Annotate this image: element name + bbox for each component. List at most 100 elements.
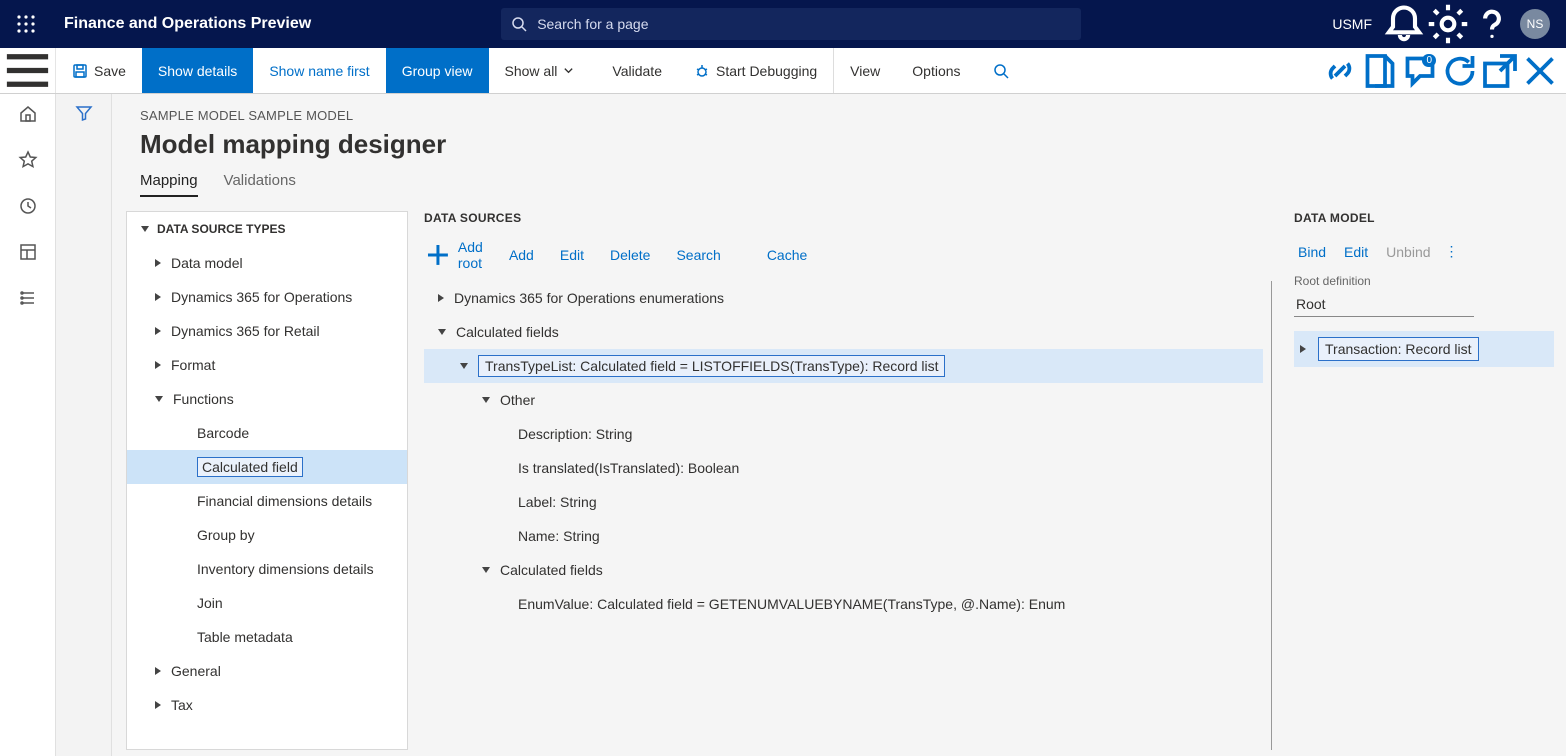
delete-button[interactable]: Delete — [604, 247, 650, 263]
search-input[interactable]: Search for a page — [501, 8, 1081, 40]
type-format[interactable]: Format — [127, 348, 407, 382]
src-calc-fields[interactable]: Calculated fields — [424, 315, 1263, 349]
src-calc-fields2[interactable]: Calculated fields — [424, 553, 1263, 587]
type-join[interactable]: Join — [127, 586, 407, 620]
type-label: Dynamics 365 for Retail — [171, 323, 320, 339]
type-label: Format — [171, 357, 215, 373]
app-launcher-icon[interactable] — [0, 15, 52, 33]
group-view-button[interactable]: Group view — [386, 48, 489, 93]
company-code[interactable]: USMF — [1322, 16, 1382, 32]
bell-icon[interactable] — [1382, 0, 1426, 48]
popout-icon[interactable] — [1480, 48, 1520, 94]
src-transtype[interactable]: TransTypeList: Calculated field = LISTOF… — [424, 349, 1263, 383]
src-label: Other — [500, 392, 535, 408]
home-icon[interactable] — [18, 104, 38, 124]
search-label: Search — [676, 247, 720, 263]
type-data-model[interactable]: Data model — [127, 246, 407, 280]
workspace-icon[interactable] — [18, 242, 38, 262]
refresh-icon[interactable] — [1440, 48, 1480, 94]
star-icon[interactable] — [18, 150, 38, 170]
src-is-translated[interactable]: Is translated(IsTranslated): Boolean — [424, 451, 1263, 485]
help-icon[interactable] — [1470, 0, 1514, 48]
action-bar: Save Show details Show name first Group … — [0, 48, 1566, 94]
search-icon — [993, 63, 1009, 79]
add-root-label: Add root — [458, 239, 483, 271]
recent-icon[interactable] — [18, 196, 38, 216]
model-edit-button[interactable]: Edit — [1340, 244, 1368, 260]
src-label: Name: String — [518, 528, 600, 544]
root-definition-label: Root definition — [1294, 274, 1554, 288]
save-button[interactable]: Save — [56, 48, 142, 93]
type-group-by[interactable]: Group by — [127, 518, 407, 552]
data-source-types-header[interactable]: DATA SOURCE TYPES — [127, 212, 407, 246]
link-icon[interactable] — [1320, 48, 1360, 94]
type-inventory-dimensions[interactable]: Inventory dimensions details — [127, 552, 407, 586]
messages-icon[interactable]: 0 — [1400, 48, 1440, 94]
type-general[interactable]: General — [127, 654, 407, 688]
type-label: Table metadata — [197, 629, 293, 645]
cache-label: Cache — [767, 247, 807, 263]
src-enum[interactable]: Dynamics 365 for Operations enumerations — [424, 281, 1263, 315]
topbar-right: USMF NS — [1322, 0, 1566, 48]
view-label: View — [850, 63, 880, 79]
funnel-icon[interactable] — [75, 104, 93, 122]
find-button[interactable] — [977, 48, 1031, 93]
delete-label: Delete — [610, 247, 650, 263]
modules-icon[interactable] — [18, 288, 38, 308]
type-financial-dimensions[interactable]: Financial dimensions details — [127, 484, 407, 518]
gear-icon[interactable] — [1426, 0, 1470, 48]
validate-button[interactable]: Validate — [596, 48, 678, 93]
type-label: Data model — [171, 255, 243, 271]
edit-button[interactable]: Edit — [554, 247, 584, 263]
type-functions[interactable]: Functions — [127, 382, 407, 416]
edit-label: Edit — [560, 247, 584, 263]
start-debugging-button[interactable]: Start Debugging — [678, 48, 833, 93]
src-name-field[interactable]: Name: String — [424, 519, 1263, 553]
data-sources-actions: Add root Add Edit Delete Search Cache — [424, 235, 1272, 281]
view-button[interactable]: View — [833, 48, 896, 93]
type-table-metadata[interactable]: Table metadata — [127, 620, 407, 654]
nav-rail — [0, 94, 56, 756]
data-model-actions: Bind Edit Unbind ⋮ — [1294, 243, 1554, 260]
tab-validations[interactable]: Validations — [224, 172, 296, 197]
model-tree-row[interactable]: Transaction: Record list — [1294, 331, 1554, 367]
data-sources-panel: DATA SOURCES Add root Add Edit Delete Se… — [408, 211, 1284, 750]
src-enumvalue[interactable]: EnumValue: Calculated field = GETENUMVAL… — [424, 587, 1263, 621]
model-more-button[interactable]: ⋮ — [1445, 243, 1460, 260]
show-all-button[interactable]: Show all — [489, 48, 597, 93]
src-label: Calculated fields — [500, 562, 603, 578]
cache-button[interactable]: Cache — [761, 247, 807, 263]
type-d365ops[interactable]: Dynamics 365 for Operations — [127, 280, 407, 314]
type-d365retail[interactable]: Dynamics 365 for Retail — [127, 314, 407, 348]
data-sources-tree: Dynamics 365 for Operations enumerations… — [424, 281, 1272, 750]
show-name-first-button[interactable]: Show name first — [253, 48, 385, 93]
chevron-down-icon — [563, 65, 574, 76]
src-label: TransTypeList: Calculated field = LISTOF… — [478, 355, 945, 377]
tab-mapping[interactable]: Mapping — [140, 172, 198, 197]
actionbar-right: 0 — [1320, 48, 1566, 93]
src-description[interactable]: Description: String — [424, 417, 1263, 451]
page-icon[interactable] — [1360, 48, 1400, 94]
src-label-field[interactable]: Label: String — [424, 485, 1263, 519]
show-details-button[interactable]: Show details — [142, 48, 253, 93]
bind-button[interactable]: Bind — [1294, 244, 1326, 260]
root-definition-value[interactable]: Root — [1294, 292, 1474, 317]
search-button[interactable]: Search — [670, 247, 720, 263]
src-label: EnumValue: Calculated field = GETENUMVAL… — [518, 596, 1065, 612]
type-calculated-field[interactable]: Calculated field — [127, 450, 407, 484]
type-label: Functions — [173, 391, 234, 407]
close-icon[interactable] — [1520, 48, 1560, 94]
options-button[interactable]: Options — [896, 48, 976, 93]
src-other[interactable]: Other — [424, 383, 1263, 417]
type-label: Join — [197, 595, 223, 611]
add-root-button[interactable]: Add root — [424, 239, 483, 271]
nav-toggle-icon[interactable] — [0, 48, 56, 93]
ellipsis-icon: ⋮ — [1445, 243, 1460, 260]
add-button[interactable]: Add — [503, 247, 534, 263]
src-label: Is translated(IsTranslated): Boolean — [518, 460, 739, 476]
type-tax[interactable]: Tax — [127, 688, 407, 722]
app-title: Finance and Operations Preview — [52, 15, 311, 33]
model-transaction: Transaction: Record list — [1318, 337, 1479, 361]
avatar[interactable]: NS — [1520, 9, 1550, 39]
type-barcode[interactable]: Barcode — [127, 416, 407, 450]
